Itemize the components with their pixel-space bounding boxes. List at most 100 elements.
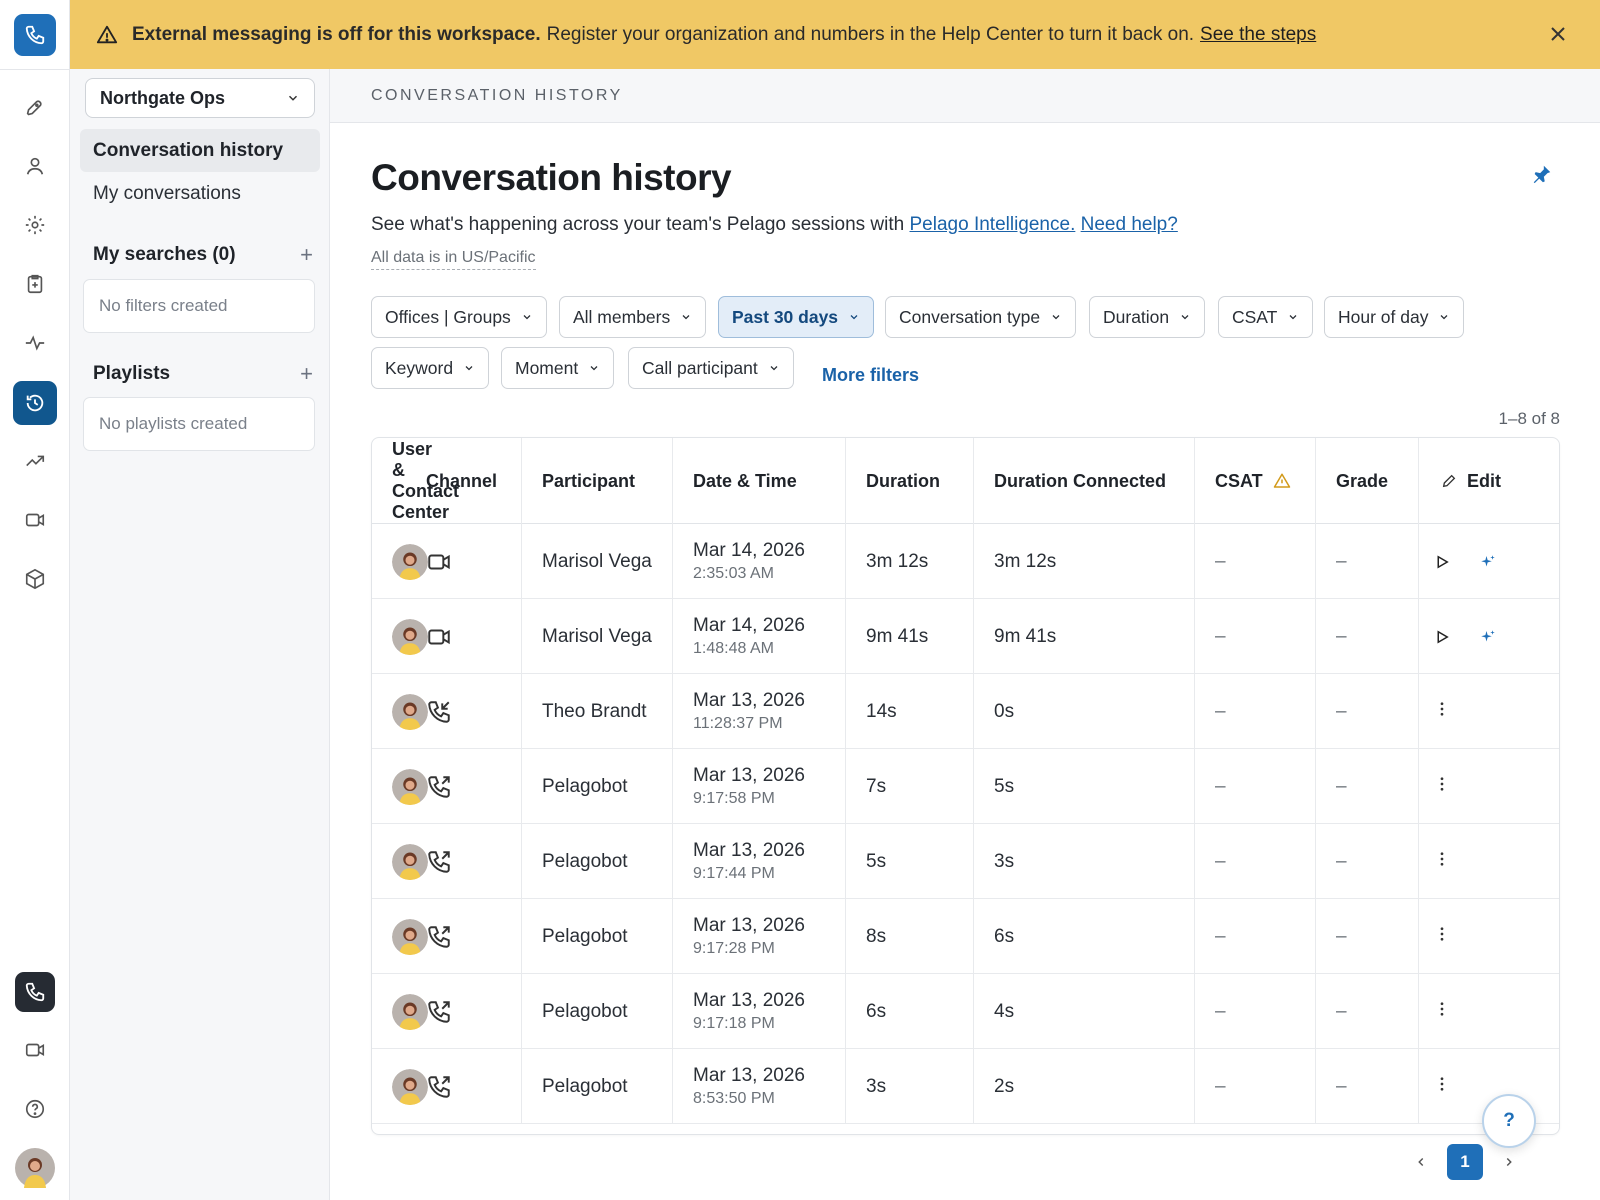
cell-grade: –	[1316, 974, 1419, 1049]
filter-all-members[interactable]: All members	[559, 296, 707, 338]
filter-moment[interactable]: Moment	[501, 347, 615, 389]
user-avatar	[392, 1068, 428, 1105]
participant-name[interactable]: Theo Brandt	[542, 701, 672, 723]
see-steps-link[interactable]: See the steps	[1200, 24, 1316, 46]
filter-conversation-type[interactable]: Conversation type	[885, 296, 1077, 338]
more-filters-button[interactable]: More filters	[822, 365, 919, 386]
need-help-link[interactable]: Need help?	[1081, 214, 1178, 235]
sparkle-icon[interactable]	[1479, 628, 1497, 646]
rail-analytics[interactable]	[17, 443, 53, 479]
phone-outgoing-icon	[428, 1000, 450, 1023]
participant-name[interactable]: Pelagobot	[542, 776, 672, 798]
rail-video[interactable]	[17, 1032, 53, 1068]
searches-empty: No filters created	[83, 279, 315, 333]
more-vertical-icon[interactable]	[1433, 1000, 1451, 1018]
filter-call-participant[interactable]: Call participant	[628, 347, 794, 389]
filter-hour-of-day[interactable]: Hour of day	[1324, 296, 1465, 338]
table-row[interactable]: Marisol Vega Mar 14, 2026 1:48:48 AM 9m 41s…	[372, 599, 1559, 674]
add-playlist-button[interactable]: +	[300, 361, 313, 387]
cell-duration: 5s	[846, 824, 974, 899]
participant-name[interactable]: Marisol Vega	[542, 626, 672, 648]
duration-value: 7s	[866, 775, 887, 797]
timezone-note[interactable]: All data is in US/Pacific	[371, 249, 536, 270]
pin-icon[interactable]	[1531, 163, 1553, 185]
participant-name[interactable]: Pelagobot	[542, 851, 672, 873]
rail-help[interactable]	[17, 1091, 53, 1127]
participant-name[interactable]: Pelagobot	[542, 1001, 672, 1023]
more-vertical-icon[interactable]	[1433, 1075, 1451, 1093]
col-csat[interactable]: CSAT	[1195, 438, 1316, 524]
filter-keyword[interactable]: Keyword	[371, 347, 490, 389]
date: Mar 13, 2026	[693, 990, 805, 1011]
rail-contacts[interactable]	[17, 148, 53, 184]
cell-actions	[1419, 749, 1559, 824]
col-user-channel[interactable]: User & Contact Center Channel	[372, 438, 522, 524]
table-row[interactable]: Pelagobot Mar 13, 2026 9:17:18 PM 6s 4s – –	[372, 974, 1559, 1049]
main-content: CONVERSATION HISTORY Conversation histor…	[330, 69, 1600, 1200]
cell-user-channel	[372, 674, 522, 749]
table-row[interactable]: Theo Brandt Mar 13, 2026 11:28:37 PM 14s 0s –…	[372, 674, 1559, 749]
edit-columns-button[interactable]: Edit	[1419, 438, 1559, 524]
filter-csat[interactable]: CSAT	[1218, 296, 1314, 338]
workspace-select[interactable]: Northgate Ops	[85, 78, 315, 118]
rail-history[interactable]	[13, 381, 57, 425]
pelago-intelligence-link[interactable]: Pelago Intelligence.	[910, 214, 1076, 235]
play-icon[interactable]	[1433, 553, 1451, 571]
chevron-down-icon	[523, 315, 531, 320]
rail-settings[interactable]	[17, 207, 53, 243]
help-fab[interactable]: ?	[1482, 1094, 1536, 1148]
play-icon[interactable]	[1433, 628, 1451, 646]
cell-duration: 6s	[846, 974, 974, 1049]
sparkle-icon[interactable]	[1479, 553, 1497, 571]
filter-offices-groups[interactable]: Offices | Groups	[371, 296, 547, 338]
col-date-time[interactable]: Date & Time	[673, 438, 846, 524]
cell-actions	[1419, 599, 1559, 674]
prev-page-button[interactable]	[1403, 1144, 1439, 1180]
csat-value: –	[1215, 625, 1226, 647]
rail-apps[interactable]	[17, 561, 53, 597]
col-user-line: Center	[392, 502, 450, 522]
page-1-button[interactable]: 1	[1447, 1144, 1483, 1180]
cell-duration: 3s	[846, 1049, 974, 1124]
participant-name[interactable]: Pelagobot	[542, 926, 672, 948]
grade-value: –	[1336, 700, 1347, 722]
app-rail	[0, 0, 70, 1200]
rail-activity[interactable]	[17, 325, 53, 361]
participant-name[interactable]: Pelagobot	[542, 1076, 672, 1098]
col-duration-connected[interactable]: Duration Connected	[974, 438, 1195, 524]
rail-clipboard[interactable]	[17, 266, 53, 302]
close-icon[interactable]	[1546, 22, 1570, 46]
table-row[interactable]: Marisol Vega Mar 14, 2026 2:35:03 AM 3m 12s…	[372, 524, 1559, 599]
chevron-left-icon	[1418, 1157, 1424, 1167]
more-vertical-icon[interactable]	[1433, 700, 1451, 718]
more-vertical-icon[interactable]	[1433, 775, 1451, 793]
user-avatar	[392, 843, 428, 880]
rail-meetings[interactable]	[17, 502, 53, 538]
col-participant[interactable]: Participant	[522, 438, 673, 524]
col-duration[interactable]: Duration	[846, 438, 974, 524]
cell-participant: Pelagobot	[522, 824, 673, 899]
date: Mar 13, 2026	[693, 690, 805, 711]
table-row[interactable]: Pelagobot Mar 13, 2026 9:17:58 PM 7s 5s – –	[372, 749, 1559, 824]
more-vertical-icon[interactable]	[1433, 925, 1451, 943]
rail-dialer[interactable]	[15, 972, 55, 1012]
table-row[interactable]: Pelagobot Mar 13, 2026 9:17:28 PM 8s 6s – –	[372, 899, 1559, 974]
participant-name[interactable]: Marisol Vega	[542, 551, 672, 573]
filter-past-30-days[interactable]: Past 30 days	[718, 296, 875, 338]
table-row[interactable]: Pelagobot Mar 13, 2026 8:53:50 PM 3s 2s – –	[372, 1049, 1559, 1124]
more-vertical-icon[interactable]	[1433, 850, 1451, 868]
table-row[interactable]: Pelagobot Mar 13, 2026 9:17:44 PM 5s 3s – –	[372, 824, 1559, 899]
filter-duration[interactable]: Duration	[1089, 296, 1206, 338]
nav-conversation-history[interactable]: Conversation history	[80, 129, 320, 172]
time: 2:35:03 AM	[693, 565, 774, 582]
next-page-button[interactable]	[1491, 1144, 1527, 1180]
col-grade[interactable]: Grade	[1316, 438, 1419, 524]
rail-launch[interactable]	[17, 90, 53, 126]
add-search-button[interactable]: +	[300, 242, 313, 268]
user-avatar[interactable]	[15, 1148, 55, 1188]
app-logo[interactable]	[14, 14, 56, 56]
connected-value: 6s	[994, 925, 1015, 947]
cell-grade: –	[1316, 749, 1419, 824]
nav-my-conversations[interactable]: My conversations	[80, 172, 320, 215]
cell-grade: –	[1316, 1049, 1419, 1124]
